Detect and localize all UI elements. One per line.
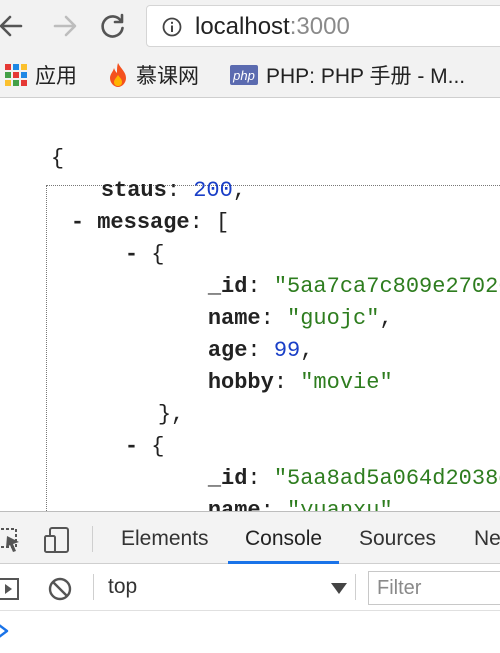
bookmarks-bar: 应用 慕课网 php PHP: PHP 手册 - M... bbox=[0, 52, 500, 98]
toolbar-divider bbox=[92, 526, 93, 552]
devtools-panel: Elements Console Sources Ne top bbox=[0, 511, 500, 653]
json-string: "movie" bbox=[300, 370, 393, 395]
toolbar-divider bbox=[93, 574, 94, 600]
bookmark-label: 应用 bbox=[35, 65, 77, 88]
device-toolbar-icon[interactable] bbox=[42, 525, 72, 555]
inspect-element-icon[interactable] bbox=[0, 526, 24, 554]
bookmark-imooc[interactable]: 慕课网 bbox=[108, 60, 199, 90]
console-prompt-icon bbox=[0, 624, 9, 638]
json-key: hobby bbox=[207, 370, 274, 395]
url-host: localhost bbox=[195, 13, 290, 40]
bookmark-label: PHP: PHP 手册 - M... bbox=[266, 65, 466, 88]
php-logo-icon: php bbox=[230, 65, 258, 85]
apps-grid-icon bbox=[5, 64, 27, 86]
context-selector[interactable]: top bbox=[108, 573, 348, 603]
console-filter-input[interactable] bbox=[368, 571, 500, 605]
info-icon[interactable] bbox=[162, 17, 182, 37]
bookmark-php-manual[interactable]: php PHP: PHP 手册 - M... bbox=[230, 60, 465, 90]
open-brace: { bbox=[0, 114, 64, 171]
json-row-message: - message: [ bbox=[70, 210, 230, 235]
devtools-tab-bar: Elements Console Sources Ne bbox=[0, 512, 500, 564]
json-row-object-open: - { bbox=[124, 434, 165, 459]
imooc-flame-icon bbox=[110, 63, 126, 87]
arrow-right-icon bbox=[53, 15, 77, 37]
json-row-name: name: "yuanxu", bbox=[155, 466, 406, 511]
url-port: :3000 bbox=[289, 13, 350, 40]
tab-elements[interactable]: Elements bbox=[121, 512, 209, 564]
json-row-age: age: 23, bbox=[155, 498, 313, 511]
url-text[interactable]: localhost:3000 bbox=[195, 13, 350, 41]
json-row-hobby: hobby: "movie" bbox=[207, 370, 393, 395]
json-viewer: { staus: 200, - message: [ - { _id: "5aa… bbox=[0, 99, 500, 511]
json-row-age: age: 99, bbox=[207, 338, 314, 363]
json-row-id: _id: "5aa8ad5a064d2038d bbox=[155, 434, 500, 491]
address-bar[interactable]: localhost:3000 bbox=[146, 5, 500, 47]
dropdown-arrow-icon bbox=[331, 583, 347, 594]
context-value: top bbox=[108, 575, 138, 598]
bookmark-apps[interactable]: 应用 bbox=[5, 60, 77, 90]
json-row-object-close: }, bbox=[157, 402, 185, 427]
bookmark-label: 慕课网 bbox=[136, 65, 199, 88]
browser-toolbar: localhost:3000 bbox=[0, 0, 500, 52]
toolbar-divider bbox=[355, 574, 356, 600]
collapse-toggle[interactable]: - bbox=[125, 242, 138, 267]
arrow-left-icon bbox=[0, 15, 23, 37]
tab-sources[interactable]: Sources bbox=[359, 512, 436, 564]
tab-network[interactable]: Ne bbox=[474, 512, 500, 564]
json-row-id: _id: "5aa7ca7c809e27026 bbox=[155, 242, 500, 299]
clear-console-icon[interactable] bbox=[47, 576, 73, 602]
json-row-name: name: "guojc", bbox=[207, 306, 393, 331]
json-row-object-open: - { bbox=[124, 242, 165, 267]
show-sidebar-icon[interactable] bbox=[0, 577, 22, 601]
back-button[interactable] bbox=[0, 6, 30, 46]
reload-icon bbox=[101, 13, 124, 38]
forward-button[interactable] bbox=[46, 6, 84, 46]
reload-button[interactable] bbox=[94, 6, 132, 46]
json-row-status: staus: 200, bbox=[100, 178, 247, 203]
console-toolbar: top bbox=[0, 565, 500, 611]
collapse-toggle[interactable]: - bbox=[125, 434, 138, 459]
tab-console[interactable]: Console bbox=[228, 512, 340, 564]
